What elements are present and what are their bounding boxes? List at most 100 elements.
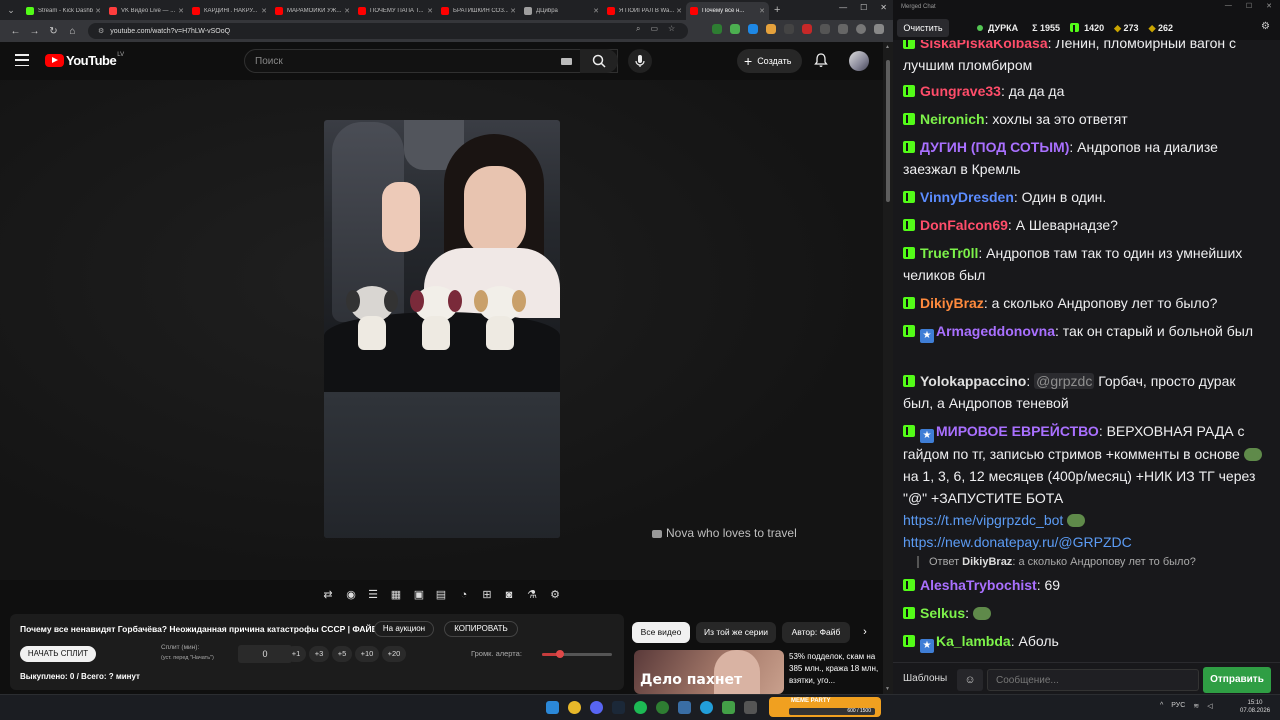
start-icon[interactable] bbox=[546, 701, 559, 714]
extension-icon[interactable] bbox=[784, 24, 794, 34]
browser-tab[interactable]: КАРДИНГ. НАКРУ... ✕ bbox=[188, 2, 271, 20]
increment-button[interactable]: +20 bbox=[382, 646, 406, 662]
tray-chevron-icon[interactable]: ^ bbox=[1160, 702, 1163, 710]
templates-button[interactable]: Шаблоны bbox=[903, 673, 947, 684]
tab-close-icon[interactable]: ✕ bbox=[261, 7, 267, 15]
settings-gear-icon[interactable]: ⚙ bbox=[1261, 21, 1270, 32]
maximize-icon[interactable]: ☐ bbox=[860, 3, 867, 12]
picture-in-picture-icon[interactable]: ▣ bbox=[411, 588, 427, 603]
flask-icon[interactable]: ⚗ bbox=[524, 588, 540, 603]
recommended-thumbnail[interactable]: Дело пахнет bbox=[634, 650, 784, 694]
maximize-icon[interactable]: ☐ bbox=[1246, 2, 1252, 10]
increment-button[interactable]: +10 bbox=[355, 646, 379, 662]
notifications-button[interactable] bbox=[814, 53, 828, 73]
browser-tab[interactable]: Почему все н... ✕ bbox=[686, 2, 769, 20]
back-icon[interactable]: ← bbox=[6, 26, 25, 37]
close-window-icon[interactable]: ✕ bbox=[880, 3, 887, 12]
new-tab-icon[interactable]: + bbox=[774, 4, 780, 16]
chip-all-videos[interactable]: Все видео bbox=[632, 622, 690, 643]
meme-party-widget[interactable]: MEME PARTY 600 / 1500 bbox=[769, 697, 881, 717]
chat-username[interactable]: ДУГИН (ПОД СОТЫМ) bbox=[920, 139, 1069, 155]
browser-tab[interactable]: ДЦиbра ✕ bbox=[520, 2, 603, 20]
loop-icon[interactable]: ⇄ bbox=[320, 588, 336, 603]
clock[interactable]: 15:10 07.08.2026 bbox=[1240, 699, 1270, 715]
tab-close-icon[interactable]: ✕ bbox=[178, 7, 184, 15]
start-split-button[interactable]: НАЧАТЬ СПЛИТ bbox=[20, 646, 96, 662]
add-screen-icon[interactable]: ⊞ bbox=[479, 588, 495, 603]
chrome-icon[interactable] bbox=[568, 701, 581, 714]
increment-button[interactable]: +1 bbox=[286, 646, 306, 662]
close-icon[interactable]: ✕ bbox=[1266, 2, 1272, 10]
chat-username[interactable]: МИРОВОЕ ЕВРЕЙСТВО bbox=[936, 423, 1099, 439]
browser-tab[interactable]: БРАТИШКИН СОЗ... ✕ bbox=[437, 2, 520, 20]
tab-close-icon[interactable]: ✕ bbox=[344, 7, 350, 15]
app-icon[interactable] bbox=[656, 701, 669, 714]
chat-username[interactable]: SiskaPiskaKolbasa bbox=[920, 40, 1048, 51]
tab-search-icon[interactable]: ⌄ bbox=[0, 0, 22, 20]
video-frame[interactable] bbox=[324, 120, 560, 538]
address-bar[interactable]: ⚙ youtube.com/watch?v=H7hLW-vSOoQ bbox=[88, 23, 688, 39]
app-icon[interactable] bbox=[722, 701, 735, 714]
tab-close-icon[interactable]: ✕ bbox=[427, 7, 433, 15]
download-icon[interactable] bbox=[838, 24, 848, 34]
menu-dots-icon[interactable] bbox=[874, 24, 884, 34]
speaker-icon[interactable]: ◁ bbox=[1207, 702, 1212, 710]
minimize-icon[interactable]: — bbox=[839, 3, 847, 12]
scrollbar-thumb[interactable] bbox=[886, 60, 890, 202]
tab-close-icon[interactable]: ✕ bbox=[593, 7, 599, 15]
increment-button[interactable]: +3 bbox=[309, 646, 329, 662]
scroll-up-icon[interactable]: ▲ bbox=[885, 44, 890, 50]
settings-list-icon[interactable]: ☰ bbox=[365, 588, 381, 603]
chat-username[interactable]: VinnyDresden bbox=[920, 189, 1014, 205]
chat-username[interactable]: DonFalcon69 bbox=[920, 217, 1008, 233]
tab-close-icon[interactable]: ✕ bbox=[676, 7, 682, 15]
chevron-right-icon[interactable]: › bbox=[854, 622, 876, 643]
browser-tab[interactable]: VK Видео Live — ... ✕ bbox=[105, 2, 188, 20]
minimize-icon[interactable]: — bbox=[1225, 2, 1232, 10]
tab-close-icon[interactable]: ✕ bbox=[510, 7, 516, 15]
voice-search-button[interactable] bbox=[628, 49, 652, 73]
create-button[interactable]: + Создать bbox=[737, 49, 802, 73]
clapper-icon[interactable]: ▦ bbox=[388, 588, 404, 603]
steam-icon[interactable] bbox=[612, 701, 625, 714]
gear-icon[interactable]: ⚙ bbox=[547, 588, 563, 603]
chat-username[interactable]: AleshaTrybochist bbox=[920, 577, 1037, 593]
extension-icon[interactable] bbox=[712, 24, 722, 34]
spotify-icon[interactable] bbox=[634, 701, 647, 714]
browser-tab[interactable]: ПОЧЕМУ ПАПА Т... ✕ bbox=[354, 2, 437, 20]
message-input[interactable]: Сообщение... bbox=[987, 669, 1199, 691]
chat-link[interactable]: https://t.me/vipgrpzdc_bot bbox=[903, 512, 1063, 528]
chat-username[interactable]: Ka_lambda bbox=[936, 633, 1011, 649]
chat-messages[interactable]: SiskaPiskaKolbasa: Ленин, пломбирный ваг… bbox=[893, 40, 1280, 662]
recommended-title[interactable]: 53% подделок, скам на 385 млн., кража 18… bbox=[789, 651, 881, 687]
extension-icon[interactable] bbox=[730, 24, 740, 34]
app-icon[interactable] bbox=[744, 701, 757, 714]
forward-icon[interactable]: → bbox=[25, 26, 44, 37]
clear-button[interactable]: Очистить bbox=[897, 19, 949, 37]
chat-username[interactable]: Armageddonovna bbox=[936, 323, 1055, 339]
page-scrollbar[interactable]: ▲ ▼ bbox=[883, 42, 893, 694]
search-button[interactable] bbox=[580, 49, 618, 73]
emoji-picker-icon[interactable]: ☺ bbox=[957, 669, 983, 691]
extensions-puzzle-icon[interactable] bbox=[820, 24, 830, 34]
chat-username[interactable]: Selkus bbox=[920, 605, 965, 621]
camera-icon[interactable]: ◙ bbox=[501, 588, 517, 603]
chat-mention[interactable]: @grpzdc bbox=[1034, 373, 1095, 389]
extension-icon[interactable] bbox=[748, 24, 758, 34]
increment-button[interactable]: +5 bbox=[332, 646, 352, 662]
tab-close-icon[interactable]: ✕ bbox=[759, 7, 765, 15]
browser-tab[interactable]: Я ПОИГРАЛ В Wa... ✕ bbox=[603, 2, 686, 20]
tab-close-icon[interactable]: ✕ bbox=[95, 7, 101, 15]
telegram-icon[interactable] bbox=[700, 701, 713, 714]
chat-username[interactable]: TrueTr0ll bbox=[920, 245, 978, 261]
browser-tab[interactable]: МАРАМОЙКИ УЖ... ✕ bbox=[271, 2, 354, 20]
avatar[interactable] bbox=[849, 51, 869, 71]
copy-button[interactable]: КОПИРОВАТЬ bbox=[444, 621, 518, 637]
site-info-icon[interactable]: ⚙ bbox=[98, 27, 104, 35]
menu-icon[interactable] bbox=[15, 54, 29, 66]
keyboard-icon[interactable] bbox=[561, 58, 572, 65]
volume-knob[interactable] bbox=[555, 650, 564, 658]
language-indicator[interactable]: РУС bbox=[1171, 702, 1185, 710]
extension-icon[interactable] bbox=[766, 24, 776, 34]
split-minutes-input[interactable]: 0 bbox=[238, 645, 292, 663]
